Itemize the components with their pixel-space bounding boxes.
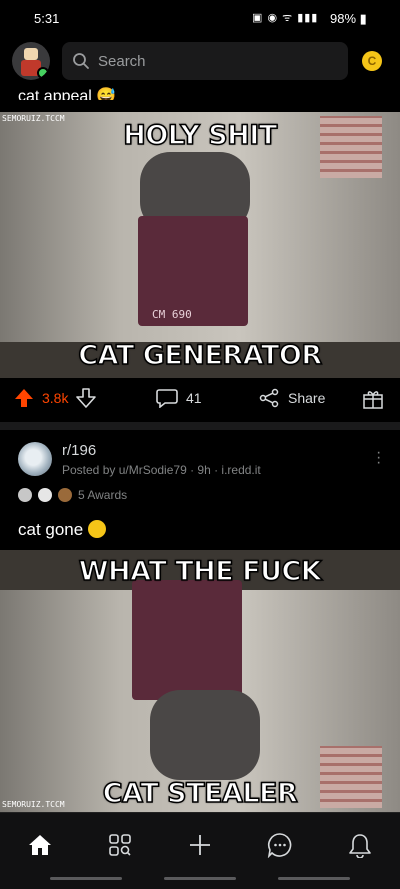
comment-icon <box>156 389 178 408</box>
subreddit-avatar[interactable] <box>18 442 52 476</box>
post-title[interactable]: cat gone <box>18 520 106 540</box>
post-image[interactable]: CM 690 SEMORUIZ.TCCM HOLY SHIT CAT GENER… <box>0 112 400 378</box>
top-bar: C <box>0 36 400 88</box>
more-options-icon[interactable]: · · · <box>376 445 381 471</box>
search-input[interactable] <box>98 42 338 80</box>
award-icon-3 <box>58 488 72 502</box>
status-icons: ▣ ◉ ᯤ ▮▮▮ <box>252 12 319 24</box>
share-button[interactable]: Share <box>258 388 325 408</box>
meme-top-text: HOLY SHIT <box>122 119 278 152</box>
battery-level: 98% ▮ <box>330 11 367 26</box>
post-title-partial: cat appeal 😅 <box>18 88 117 100</box>
home-icon <box>29 835 51 855</box>
vote-group: 3.8k <box>14 388 97 408</box>
coin-icon[interactable]: C <box>362 51 382 71</box>
status-bar: 5:31 ▣ ◉ ᯤ ▮▮▮ 98% ▮ <box>0 0 400 36</box>
awards-row[interactable]: 5 Awards <box>18 488 127 502</box>
gesture-bar-right <box>278 877 350 880</box>
search-icon <box>73 53 89 69</box>
image-box-text: CM 690 <box>152 308 192 321</box>
meme-bottom-text: CAT GENERATOR <box>78 339 323 372</box>
cat-figure <box>150 690 260 780</box>
search-bar[interactable] <box>62 42 348 80</box>
gesture-bar-left <box>50 877 122 880</box>
post-actions: 3.8k 41 Share <box>0 378 400 422</box>
avatar-head <box>24 48 38 60</box>
comments-button[interactable]: 41 <box>156 388 202 408</box>
nav-create[interactable] <box>180 831 220 859</box>
gesture-bar-center <box>164 877 236 880</box>
comment-count: 41 <box>186 390 202 406</box>
award-icon-2 <box>38 488 52 502</box>
share-icon <box>259 388 279 408</box>
nav-notifications[interactable] <box>340 831 380 859</box>
post-title-text: cat gone <box>18 520 84 539</box>
subreddit-name[interactable]: r/196 <box>62 442 96 459</box>
create-icon <box>190 835 210 855</box>
post-meta: Posted by u/MrSodie79 · 9h · i.redd.it <box>62 463 261 477</box>
share-label: Share <box>288 390 326 406</box>
upvote-icon[interactable] <box>14 388 34 408</box>
status-time: 5:31 <box>34 11 60 26</box>
user-avatar[interactable] <box>12 42 50 80</box>
post-card[interactable]: r/196 Posted by u/MrSodie79 · 9h · i.red… <box>0 430 400 550</box>
downvote-icon[interactable] <box>76 388 97 408</box>
communities-icon <box>109 834 131 856</box>
cat-box <box>132 580 242 700</box>
award-icon-1 <box>18 488 32 502</box>
meme-bottom-text: CAT STEALER <box>102 777 299 810</box>
post-image[interactable]: SEMORUIZ.TCCM WHAT THE FUCK CAT STEALER <box>0 550 400 812</box>
upvote-count: 3.8k <box>42 390 69 406</box>
sad-face-icon <box>87 520 106 538</box>
award-button[interactable] <box>362 388 384 410</box>
meme-top-text: WHAT THE FUCK <box>78 555 322 588</box>
online-indicator <box>37 67 49 79</box>
nav-home[interactable] <box>20 831 60 859</box>
post-separator <box>0 422 400 430</box>
nav-communities[interactable] <box>100 831 140 859</box>
nav-chat[interactable] <box>260 831 300 859</box>
notifications-icon <box>349 834 371 858</box>
awards-count: 5 Awards <box>78 488 128 502</box>
gift-icon <box>363 391 383 409</box>
chat-icon <box>267 833 292 858</box>
